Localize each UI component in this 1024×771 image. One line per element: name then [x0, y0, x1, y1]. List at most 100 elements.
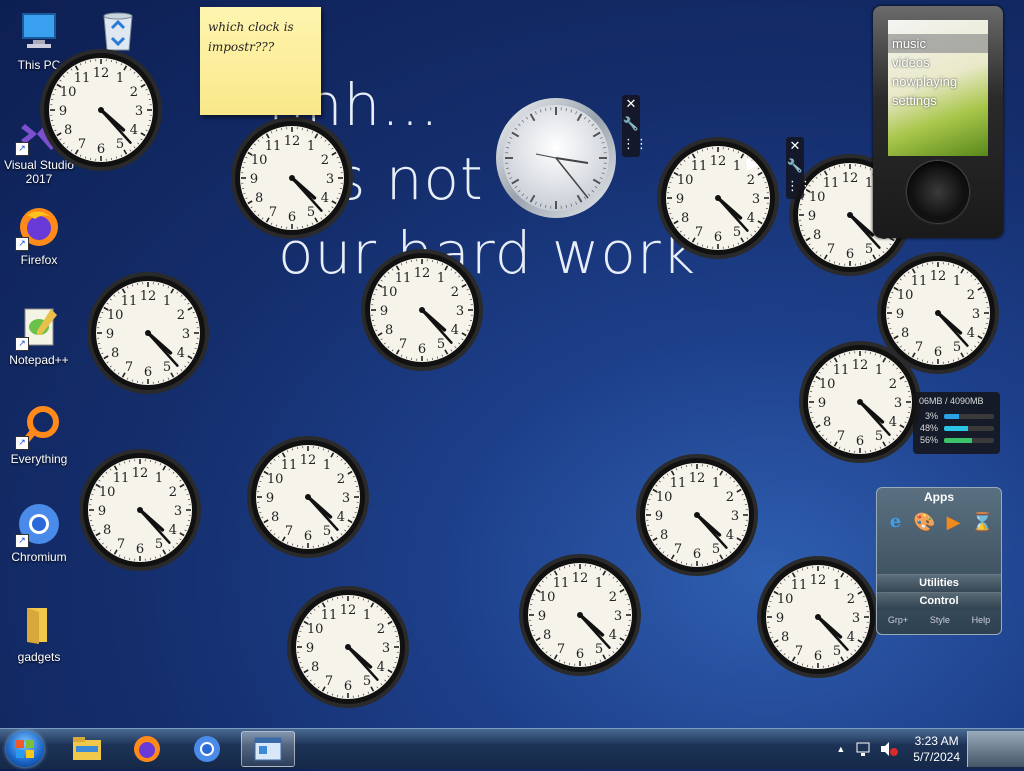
paint-icon[interactable]: 🎨	[913, 510, 937, 534]
svg-text:3: 3	[752, 192, 760, 207]
folder-icon	[17, 602, 61, 646]
svg-text:3: 3	[326, 172, 334, 187]
svg-text:10: 10	[777, 592, 794, 607]
chromium-icon	[192, 734, 222, 764]
svg-text:11: 11	[691, 159, 708, 174]
taskbar-explorer-button[interactable]	[60, 731, 114, 767]
sticky-note[interactable]: which clock is impostr???	[200, 7, 321, 115]
svg-text:1: 1	[953, 274, 961, 289]
apps-utilities-button[interactable]: Utilities	[877, 574, 1001, 592]
svg-text:4: 4	[130, 123, 138, 138]
svg-text:5: 5	[712, 542, 720, 557]
svg-text:11: 11	[670, 476, 687, 491]
svg-text:6: 6	[418, 342, 426, 357]
zune-menu-videos[interactable]: videos	[888, 53, 988, 72]
dark-clock-gadget[interactable]: 123456789101112	[286, 585, 410, 713]
svg-text:5: 5	[155, 537, 163, 552]
drag-handle-icon[interactable]: ⋮⋮	[786, 177, 804, 197]
svg-text:8: 8	[543, 628, 551, 643]
volume-muted-icon[interactable]	[879, 741, 899, 757]
close-icon[interactable]: ✕	[622, 95, 640, 115]
apps-control-button[interactable]: Control	[877, 592, 1001, 610]
wrench-icon[interactable]: 🔧	[786, 157, 804, 177]
firefox-icon: ↗	[17, 205, 61, 249]
notepadpp-icon: ↗	[17, 305, 61, 349]
taskbar-chromium-button[interactable]	[180, 731, 234, 767]
zune-menu-settings[interactable]: settings	[888, 91, 988, 110]
dark-clock-gadget[interactable]: 123456789101112	[656, 136, 780, 264]
dark-clock-gadget[interactable]: 123456789101112	[798, 340, 922, 468]
svg-text:2: 2	[451, 285, 459, 300]
svg-text:9: 9	[808, 209, 816, 224]
media-player-icon[interactable]: ▶	[942, 510, 966, 534]
svg-text:1: 1	[307, 139, 315, 154]
svg-text:9: 9	[306, 641, 314, 656]
desktop-icon-chromium[interactable]: ↗ Chromium	[4, 502, 74, 564]
gadget-controls-2: ✕ 🔧 ⋮⋮	[786, 137, 804, 199]
svg-text:11: 11	[553, 576, 570, 591]
firefox-icon	[132, 734, 162, 764]
dark-clock-gadget[interactable]: 123456789101112	[86, 271, 210, 399]
meter-row: 3%	[913, 410, 1000, 422]
svg-text:4: 4	[337, 510, 345, 525]
hourglass-icon[interactable]: ⌛	[971, 510, 995, 534]
svg-text:3: 3	[135, 104, 143, 119]
wrench-icon[interactable]: 🔧	[622, 115, 640, 135]
svg-text:12: 12	[284, 134, 301, 149]
apps-grp-button[interactable]: Grp+	[888, 610, 908, 630]
svg-text:5: 5	[865, 242, 873, 257]
desktop-icon-notepadpp[interactable]: ↗ Notepad++	[4, 305, 74, 367]
dark-clock-gadget[interactable]: 123456789101112	[230, 116, 354, 244]
apps-launcher-gadget[interactable]: Apps e 🎨 ▶ ⌛ Utilities Control Grp+ Styl…	[876, 487, 1002, 635]
apps-help-button[interactable]: Help	[972, 610, 991, 630]
tray-expand-icon[interactable]: ▲	[836, 744, 845, 754]
svg-text:11: 11	[265, 139, 282, 154]
folder-icon	[72, 736, 102, 762]
svg-text:12: 12	[140, 289, 157, 304]
svg-text:6: 6	[814, 649, 822, 664]
svg-text:12: 12	[300, 453, 317, 468]
svg-text:1: 1	[875, 363, 883, 378]
taskbar-firefox-button[interactable]	[120, 731, 174, 767]
svg-text:12: 12	[93, 66, 110, 81]
zune-player-gadget[interactable]: music videos nowplaying settings	[873, 6, 1003, 238]
dark-clock-gadget[interactable]: 123456789101112	[360, 248, 484, 376]
close-icon[interactable]: ✕	[786, 137, 804, 157]
desktop-icon-gadgets[interactable]: gadgets	[4, 602, 74, 664]
internet-explorer-icon[interactable]: e	[884, 510, 908, 534]
start-button[interactable]	[6, 731, 44, 767]
svg-text:7: 7	[695, 225, 703, 240]
dark-clock-gadget[interactable]: 123456789101112	[246, 435, 370, 563]
silver-clock-gadget[interactable]	[494, 96, 618, 224]
drag-handle-icon[interactable]: ⋮⋮	[622, 135, 640, 155]
zune-touchpad[interactable]	[907, 161, 969, 223]
recycle-bin[interactable]	[98, 8, 138, 52]
svg-text:5: 5	[875, 429, 883, 444]
svg-text:2: 2	[130, 85, 138, 100]
network-icon[interactable]	[855, 741, 873, 757]
desktop-icon-firefox[interactable]: ↗ Firefox	[4, 205, 74, 267]
taskbar-time: 3:23 AM	[913, 733, 960, 749]
svg-text:7: 7	[325, 674, 333, 689]
zune-menu-nowplaying[interactable]: nowplaying	[888, 72, 988, 91]
dark-clock-gadget[interactable]: 123456789101112	[635, 453, 759, 581]
desktop-icon-everything[interactable]: ↗ Everything	[4, 404, 74, 466]
taskbar: ▲ 3:23 AM 5/7/2024	[0, 728, 1024, 769]
show-desktop-button[interactable]	[967, 731, 1024, 767]
svg-text:10: 10	[656, 490, 673, 505]
taskbar-gadgets-button[interactable]	[241, 731, 295, 767]
svg-text:9: 9	[250, 172, 258, 187]
taskbar-clock[interactable]: 3:23 AM 5/7/2024	[913, 733, 960, 765]
svg-text:2: 2	[169, 485, 177, 500]
system-meter-gadget[interactable]: 06MB / 4090MB 3%48%56%	[913, 392, 1000, 454]
dark-clock-gadget[interactable]: 123456789101112	[756, 555, 880, 683]
apps-style-button[interactable]: Style	[930, 610, 950, 630]
svg-text:3: 3	[342, 491, 350, 506]
dark-clock-gadget[interactable]: 123456789101112	[39, 48, 163, 176]
dark-clock-gadget[interactable]: 123456789101112	[78, 448, 202, 576]
svg-text:4: 4	[967, 326, 975, 341]
svg-text:12: 12	[414, 266, 431, 281]
zune-menu-music[interactable]: music	[888, 34, 988, 53]
svg-text:11: 11	[121, 294, 138, 309]
dark-clock-gadget[interactable]: 123456789101112	[518, 553, 642, 681]
